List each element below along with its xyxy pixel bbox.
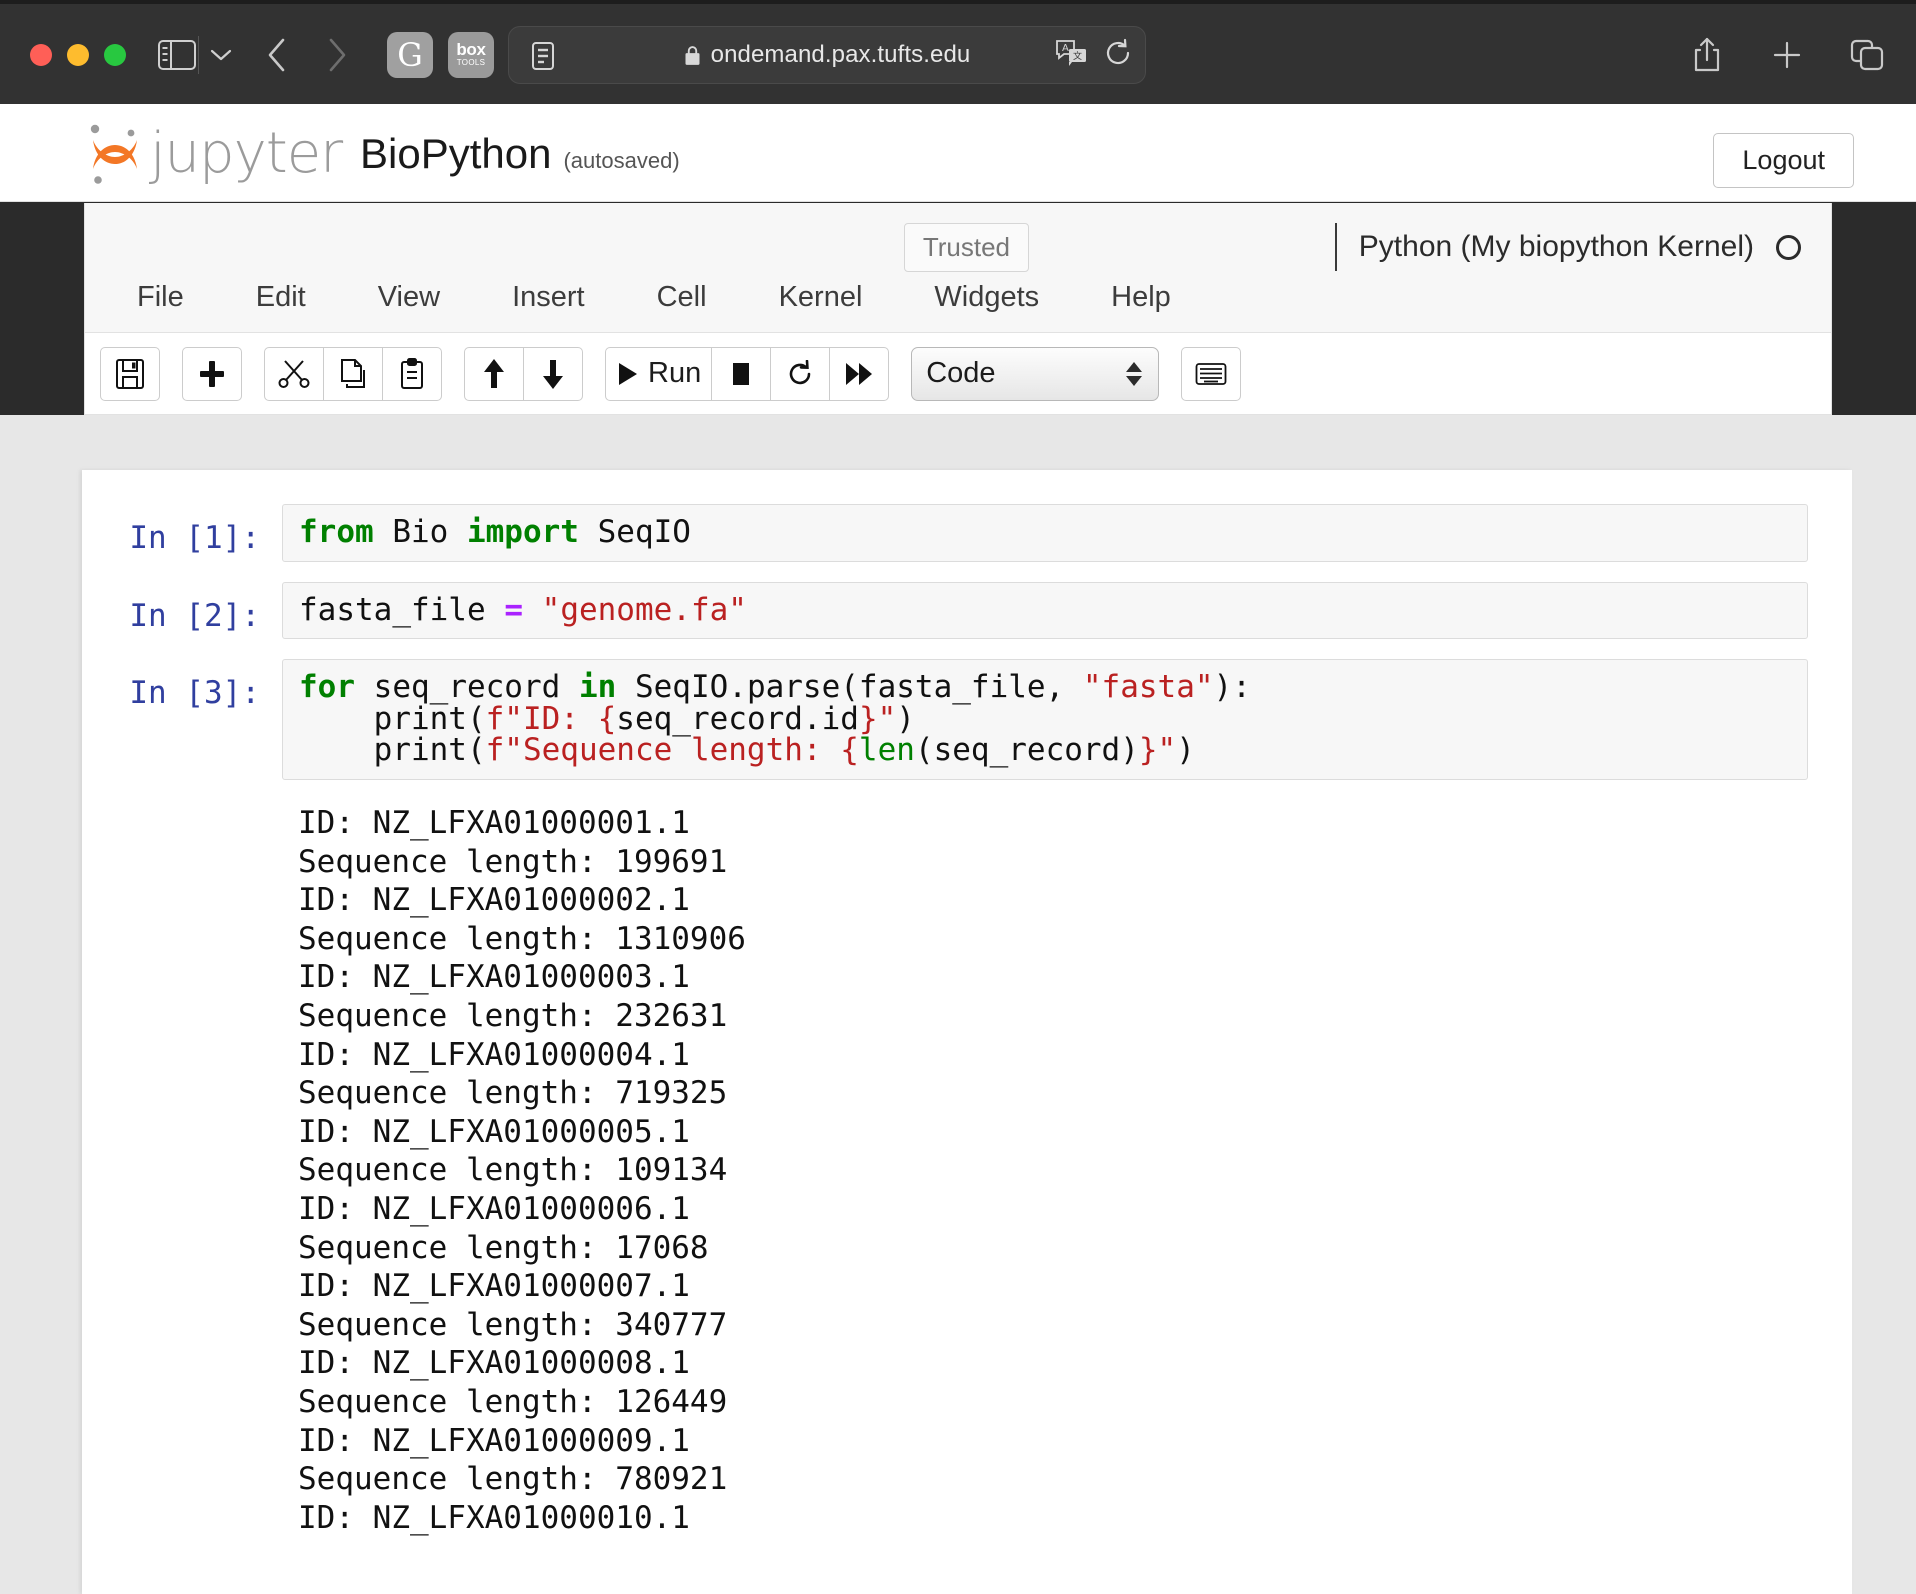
notebook-container: In [1]: from Bio import SeqIO In [2]: fa…: [82, 470, 1852, 1594]
interrupt-kernel-button[interactable]: [711, 346, 772, 401]
browser-chrome: G box TOOLS ondemand.pax.tufts.edu A 文: [0, 0, 1916, 104]
cell-type-select[interactable]: Code: [911, 346, 1160, 401]
code-cell-3[interactable]: In [3]: for seq_record in SeqIO.parse(fa…: [82, 659, 1852, 781]
toolbar-group-keyboard: [1181, 346, 1242, 401]
stdout-output: ID: NZ_LFXA01000001.1 Sequence length: 1…: [298, 805, 746, 1536]
run-button-label: Run: [648, 357, 702, 389]
translate-icon[interactable]: A 文: [1055, 38, 1089, 73]
menu-help[interactable]: Help: [1075, 273, 1207, 322]
cell-output-area-3: ID: NZ_LFXA01000001.1 Sequence length: 1…: [82, 800, 1852, 1537]
svg-text:文: 文: [1073, 50, 1082, 62]
reload-icon[interactable]: [1103, 38, 1133, 73]
menu-file[interactable]: File: [101, 273, 220, 322]
move-cell-down-button[interactable]: [523, 346, 583, 401]
sidebar-toggle-icon[interactable]: [152, 30, 202, 80]
menu-edit[interactable]: Edit: [220, 273, 342, 322]
cell-prompt-3: In [3]:: [129, 675, 260, 712]
kernel-busy-indicator-icon: [1776, 234, 1801, 260]
code-editor-3[interactable]: for seq_record in SeqIO.parse(fasta_file…: [282, 659, 1808, 781]
cut-button[interactable]: [264, 346, 324, 401]
chrome-divider: [198, 36, 199, 74]
lock-icon: [685, 45, 700, 65]
command-palette-button[interactable]: [1181, 346, 1242, 401]
insert-cell-below-button[interactable]: [182, 346, 242, 401]
browser-right-actions: [1682, 26, 1892, 84]
close-window-button[interactable]: [30, 44, 52, 66]
jupyter-wordmark: jupyter: [150, 120, 343, 186]
grammarly-extension-icon[interactable]: G: [387, 32, 433, 78]
restart-kernel-button[interactable]: [770, 346, 831, 401]
code-editor-2[interactable]: fasta_file = "genome.fa": [282, 581, 1808, 640]
code-editor-1[interactable]: from Bio import SeqIO: [282, 504, 1808, 562]
code-cell-1[interactable]: In [1]: from Bio import SeqIO: [82, 504, 1852, 562]
url-display[interactable]: ondemand.pax.tufts.edu: [509, 27, 1145, 83]
jupyter-menubar-shell: Trusted Python (My biopython Kernel) Fil…: [84, 203, 1832, 333]
menu-cell[interactable]: Cell: [621, 273, 743, 322]
kernel-divider: [1334, 223, 1337, 271]
toolbar-group-run: Run: [605, 346, 890, 401]
minimize-window-button[interactable]: [67, 44, 89, 66]
url-text: ondemand.pax.tufts.edu: [710, 41, 971, 68]
maximize-window-button[interactable]: [104, 44, 126, 66]
menu-view[interactable]: View: [342, 273, 476, 322]
chevron-down-icon[interactable]: [202, 30, 240, 80]
cell-prompt-2: In [2]:: [129, 597, 260, 634]
svg-text:A: A: [1062, 43, 1069, 54]
jupyter-header: jupyter BioPython (autosaved) Logout: [0, 104, 1916, 202]
forward-arrow-icon[interactable]: [312, 30, 362, 80]
window-traffic-lights: [30, 44, 126, 66]
select-stepper-icon: [1126, 361, 1143, 386]
back-arrow-icon[interactable]: [252, 30, 302, 80]
notebook-title[interactable]: BioPython (autosaved): [360, 130, 680, 178]
jupyter-logo-icon: [90, 124, 137, 184]
trusted-badge[interactable]: Trusted: [903, 223, 1029, 272]
save-button[interactable]: [100, 346, 160, 401]
kernel-indicator: Python (My biopython Kernel): [1334, 223, 1801, 271]
restart-and-run-all-button[interactable]: [829, 346, 890, 401]
kernel-name-label[interactable]: Python (My biopython Kernel): [1359, 230, 1754, 264]
move-cell-up-button[interactable]: [464, 346, 524, 401]
menu-kernel[interactable]: Kernel: [743, 273, 899, 322]
logout-button[interactable]: Logout: [1713, 133, 1854, 188]
box-label: box: [456, 40, 486, 60]
copy-button[interactable]: [323, 346, 383, 401]
run-button[interactable]: Run: [605, 346, 713, 401]
autosave-status: (autosaved): [563, 148, 680, 173]
box-tools-label: TOOLS: [456, 58, 486, 68]
jupyter-toolbar: Run Code: [84, 333, 1832, 415]
cell-type-value: Code: [926, 357, 996, 389]
toolbar-group-save: [100, 346, 160, 401]
menu-widgets[interactable]: Widgets: [898, 273, 1075, 322]
toolbar-group-move: [464, 346, 583, 401]
toolbar-group-clipboard: [264, 346, 442, 401]
notebook-name[interactable]: BioPython: [360, 130, 551, 178]
tab-overview-icon[interactable]: [1842, 26, 1892, 84]
menu-insert[interactable]: Insert: [476, 273, 621, 322]
jupyter-logo[interactable]: jupyter: [84, 120, 343, 186]
plus-icon[interactable]: [1762, 26, 1812, 84]
cell-prompt-1: In [1]:: [129, 520, 260, 556]
box-tools-extension-icon[interactable]: box TOOLS: [448, 32, 494, 78]
paste-button[interactable]: [382, 346, 442, 401]
share-icon[interactable]: [1682, 26, 1732, 84]
address-bar-actions: A 文: [1055, 27, 1133, 83]
toolbar-group-insert: [182, 346, 242, 401]
address-bar[interactable]: ondemand.pax.tufts.edu A 文: [508, 26, 1146, 84]
jupyter-menubar: File Edit View Insert Cell Kernel Widget…: [101, 273, 1207, 322]
code-cell-2[interactable]: In [2]: fasta_file = "genome.fa": [82, 581, 1852, 640]
